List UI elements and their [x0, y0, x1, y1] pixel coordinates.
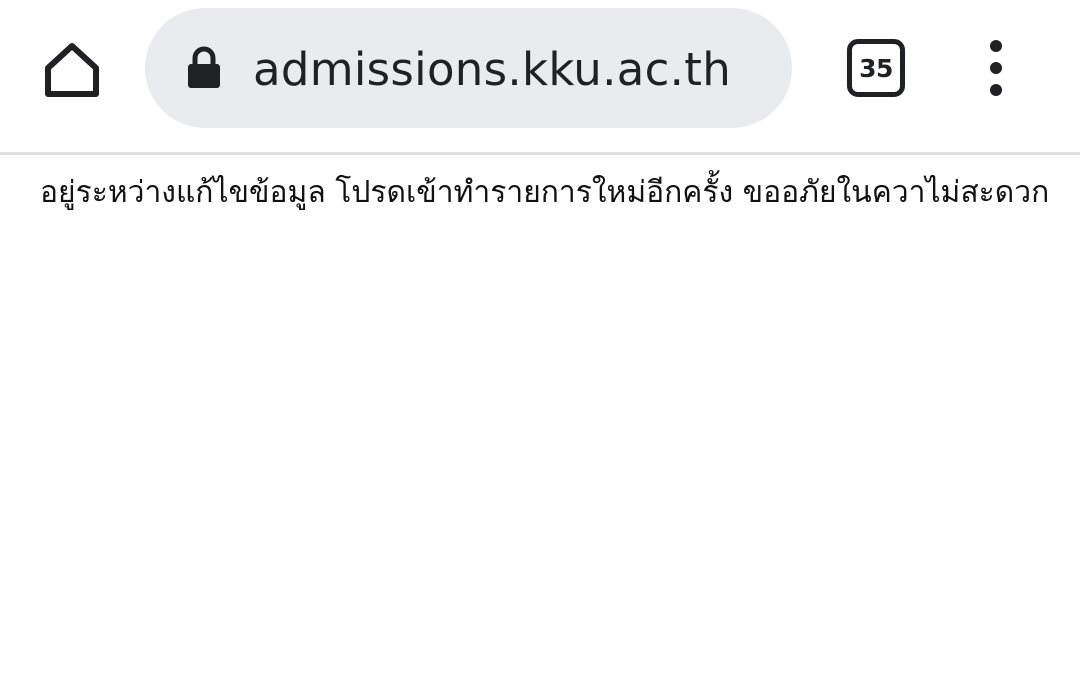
more-vert-icon	[990, 84, 1002, 96]
home-button[interactable]	[30, 28, 114, 112]
home-icon	[45, 43, 99, 97]
more-vert-icon	[990, 62, 1002, 74]
page-content: อยู่ระหว่างแก้ไขข้อมูล โปรดเข้าทำรายการใ…	[0, 155, 1080, 697]
browser-toolbar: admissions.kku.ac.th 35	[0, 0, 1080, 155]
tab-switcher-button[interactable]: 35	[838, 30, 914, 106]
lock-icon	[188, 46, 220, 88]
url-text[interactable]: admissions.kku.ac.th	[253, 36, 731, 104]
tab-count: 35	[859, 53, 893, 83]
maintenance-notice: อยู่ระหว่างแก้ไขข้อมูล โปรดเข้าทำรายการใ…	[40, 175, 1050, 210]
more-menu-button[interactable]	[958, 28, 1034, 108]
more-vert-icon	[990, 40, 1002, 52]
tab-switcher-icon: 35	[847, 39, 905, 97]
